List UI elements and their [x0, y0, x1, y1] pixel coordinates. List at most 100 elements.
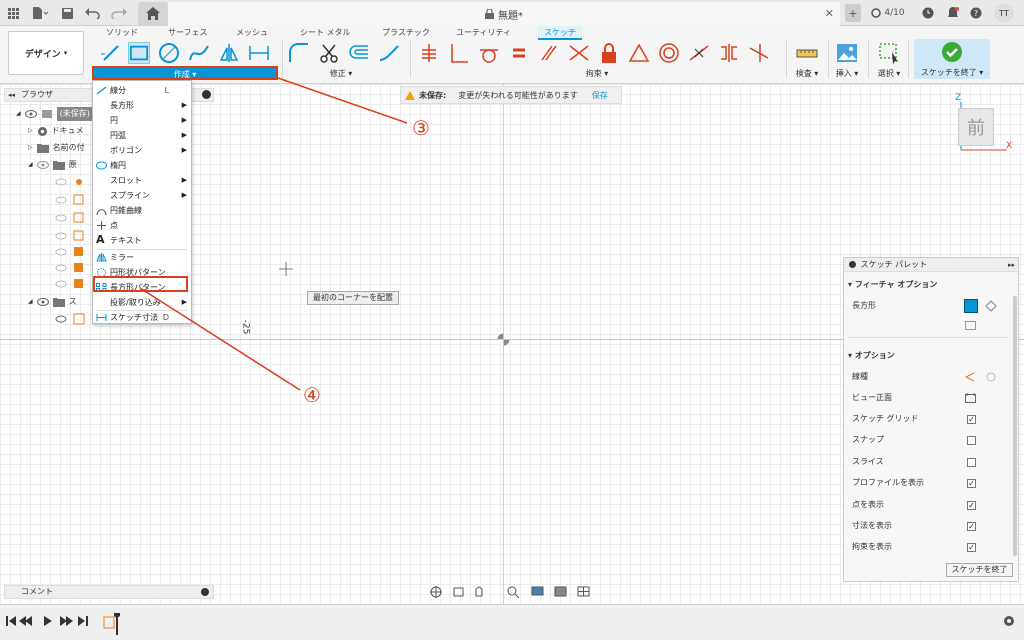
fillet-tool-icon[interactable]	[288, 42, 310, 64]
tab-sheet-metal[interactable]: シート メタル	[300, 26, 351, 40]
user-avatar[interactable]: TT	[994, 4, 1014, 22]
measure-tool-icon[interactable]	[796, 42, 818, 64]
browser-options-icon[interactable]	[202, 90, 211, 99]
undo-icon[interactable]	[84, 4, 104, 22]
tangent-constraint-icon[interactable]	[478, 42, 500, 64]
menu-item-conic-curve[interactable]: 円錐曲線	[93, 203, 191, 218]
show-points-checkbox[interactable]: ✓	[967, 501, 976, 510]
select-menu-button[interactable]: 選択 ▾	[874, 68, 904, 79]
tab-surface[interactable]: サーフェス	[168, 26, 208, 40]
circle-tool-icon[interactable]	[158, 42, 180, 64]
snap-checkbox[interactable]	[967, 436, 976, 445]
workspace-switcher[interactable]: デザイン ▾	[8, 31, 84, 75]
show-dimensions-checkbox[interactable]: ✓	[967, 522, 976, 531]
menu-item-project-include[interactable]: 投影/取り込み ▶	[93, 295, 191, 310]
save-link[interactable]: 保存	[592, 90, 608, 101]
show-constraints-checkbox[interactable]: ✓	[967, 543, 976, 552]
line-tool-icon[interactable]	[100, 42, 122, 64]
tree-row-named-views[interactable]: ▷ 名前の付	[28, 141, 85, 155]
feature-options-header[interactable]: ▾ フィーチャ オプション	[848, 278, 937, 292]
create-menu-button[interactable]: 作成 ▾	[92, 66, 278, 80]
menu-item-text[interactable]: A テキスト	[93, 233, 191, 248]
job-status[interactable]: 4/10	[868, 4, 908, 22]
modify-menu-button[interactable]: 修正 ▾	[326, 68, 356, 79]
lock-constraint-icon[interactable]	[598, 42, 620, 64]
eye-icon[interactable]	[24, 110, 37, 118]
fix-constraint-icon[interactable]	[418, 42, 440, 64]
rectangle-tool-icon[interactable]	[128, 42, 150, 64]
finish-sketch-button[interactable]: スケッチを終了 ▾	[914, 39, 990, 79]
two-point-rectangle-option[interactable]	[964, 299, 978, 313]
equal-constraint-icon[interactable]	[508, 42, 530, 64]
insert-image-icon[interactable]	[836, 42, 858, 64]
view-cube[interactable]: 前	[958, 108, 994, 146]
menu-item-ellipse[interactable]: 楕円	[93, 158, 191, 173]
file-menu-icon[interactable]	[30, 4, 50, 22]
menu-item-circle[interactable]: 円 ▶	[93, 113, 191, 128]
home-tab[interactable]	[138, 2, 168, 26]
tab-solid[interactable]: ソリッド	[106, 26, 138, 40]
constraints-menu-button[interactable]: 拘束 ▾	[582, 68, 612, 79]
perpendicular-constraint-icon[interactable]	[448, 42, 470, 64]
tab-utility[interactable]: ユーティリティ	[456, 26, 511, 40]
menu-item-arc[interactable]: 円弧 ▶	[93, 128, 191, 143]
sketch-scale-icon[interactable]	[378, 42, 400, 64]
timeline-controls[interactable]	[6, 615, 92, 627]
concentric-constraint-icon[interactable]	[658, 42, 680, 64]
tree-row-origin[interactable]: ◢ 原	[28, 158, 77, 172]
collapse-panel-icon[interactable]: ◂◂	[8, 89, 15, 101]
document-tab[interactable]: 無題* ✕	[168, 2, 840, 26]
tab-sketch[interactable]: スケッチ	[538, 26, 582, 40]
look-at-icon[interactable]	[965, 393, 976, 403]
tree-row-document-settings[interactable]: ▷ ドキュメ	[28, 124, 84, 138]
center-rectangle-option[interactable]	[965, 321, 976, 330]
symmetry-constraint-icon[interactable]	[718, 42, 740, 64]
save-icon[interactable]	[60, 4, 74, 22]
close-tab-icon[interactable]: ✕	[825, 7, 834, 20]
add-comment-icon[interactable]	[201, 588, 209, 596]
sketch-item-icon[interactable]	[54, 313, 88, 325]
help-icon[interactable]: ?	[968, 4, 984, 22]
offset-tool-icon[interactable]	[348, 42, 370, 64]
options-header[interactable]: ▾ オプション	[848, 349, 895, 363]
app-grid-icon[interactable]	[6, 4, 20, 22]
slice-checkbox[interactable]	[967, 458, 976, 467]
clock-icon[interactable]	[920, 4, 936, 22]
redo-icon[interactable]	[110, 4, 130, 22]
palette-finish-sketch-button[interactable]: スケッチを終了	[946, 563, 1013, 577]
navigation-toolbar[interactable]	[428, 584, 596, 600]
insert-menu-button[interactable]: 挿入 ▾	[832, 68, 862, 79]
spline-tool-icon[interactable]	[188, 42, 210, 64]
palette-header[interactable]: スケッチ パレット ▸▸	[844, 258, 1018, 272]
tab-plastic[interactable]: プラスチック	[382, 26, 430, 40]
menu-item-polygon[interactable]: ポリゴン ▶	[93, 143, 191, 158]
eye-icon[interactable]	[36, 298, 49, 306]
menu-item-rectangle[interactable]: 長方形 ▶	[93, 98, 191, 113]
menu-item-mirror[interactable]: ミラー	[93, 250, 191, 265]
notification-bell-icon[interactable]	[945, 4, 961, 22]
parallel-constraint-icon[interactable]	[538, 42, 560, 64]
tree-row-root[interactable]: ◢ (未保存)	[16, 107, 93, 121]
menu-item-spline[interactable]: スプライン ▶	[93, 188, 191, 203]
tree-row-sketches[interactable]: ◢ ス	[28, 295, 77, 309]
eye-icon[interactable]	[36, 161, 49, 169]
timeline-settings-gear-icon[interactable]	[1003, 615, 1015, 627]
tab-mesh[interactable]: メッシュ	[236, 26, 268, 40]
linetype-icons[interactable]	[964, 371, 1000, 383]
collinear-constraint-icon[interactable]	[568, 42, 590, 64]
mirror-tool-icon[interactable]	[218, 42, 240, 64]
dimension-tool-icon[interactable]	[248, 42, 270, 64]
coincident-constraint-icon[interactable]	[748, 42, 770, 64]
window-select-icon[interactable]	[878, 42, 900, 64]
new-tab-button[interactable]: +	[845, 4, 861, 22]
menu-item-slot[interactable]: スロット ▶	[93, 173, 191, 188]
inspect-menu-button[interactable]: 検査 ▾	[792, 68, 822, 79]
trim-tool-icon[interactable]	[318, 42, 340, 64]
triangle-constraint-icon[interactable]	[628, 42, 650, 64]
sketch-grid-checkbox[interactable]: ✓	[967, 415, 976, 424]
menu-item-sketch-dimension[interactable]: スケッチ寸法 D	[93, 310, 191, 325]
show-profile-checkbox[interactable]: ✓	[967, 479, 976, 488]
timeline-sketch-marker-icon[interactable]	[103, 613, 121, 635]
midpoint-constraint-icon[interactable]	[688, 42, 710, 64]
three-point-rectangle-icon[interactable]	[985, 300, 997, 312]
